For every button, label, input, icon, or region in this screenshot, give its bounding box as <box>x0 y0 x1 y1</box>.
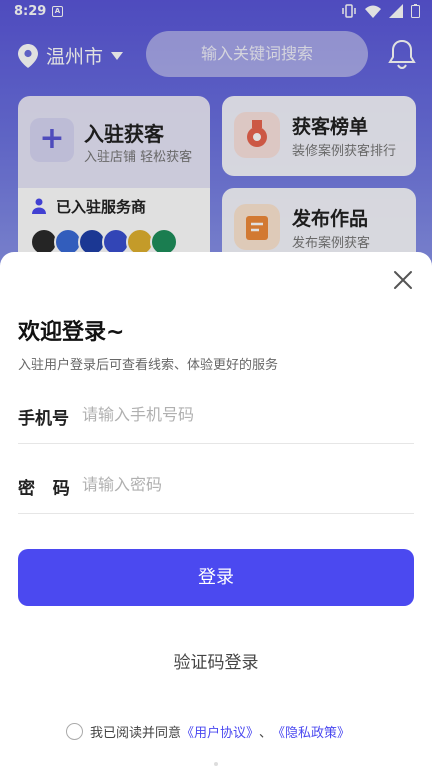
phone-label: 手机号 <box>18 409 69 429</box>
phone-input[interactable] <box>82 396 402 432</box>
code-login-link[interactable]: 验证码登录 <box>0 648 432 673</box>
login-button[interactable]: 登录 <box>18 549 414 606</box>
password-input[interactable] <box>82 466 402 502</box>
close-icon[interactable] <box>393 270 413 290</box>
login-title: 欢迎登录~ <box>18 320 125 345</box>
login-description: 入驻用户登录后可查看线索、体验更好的服务 <box>18 358 279 373</box>
home-indicator <box>214 762 218 766</box>
phone-field: 手机号 <box>18 384 414 444</box>
password-field: 密 码 <box>18 454 414 514</box>
agreement-separator: 、 <box>259 726 273 741</box>
modal-overlay[interactable] <box>0 0 432 290</box>
password-label: 密 码 <box>18 479 70 499</box>
agreement-row: 我已阅读并同意 《用户协议》 、 《隐私政策》 <box>66 722 350 741</box>
agreement-checkbox[interactable] <box>66 723 83 740</box>
home-background: 8:29 A 温州市 输入关键词搜索 + 入驻获客 入驻店铺 轻松获客 已入驻服… <box>0 0 432 290</box>
agreement-prefix: 我已阅读并同意 <box>90 726 182 741</box>
user-agreement-link[interactable]: 《用户协议》 <box>181 722 259 741</box>
privacy-policy-link[interactable]: 《隐私政策》 <box>272 722 350 741</box>
login-sheet: 欢迎登录~ 入驻用户登录后可查看线索、体验更好的服务 手机号 密 码 登录 验证… <box>0 252 432 768</box>
